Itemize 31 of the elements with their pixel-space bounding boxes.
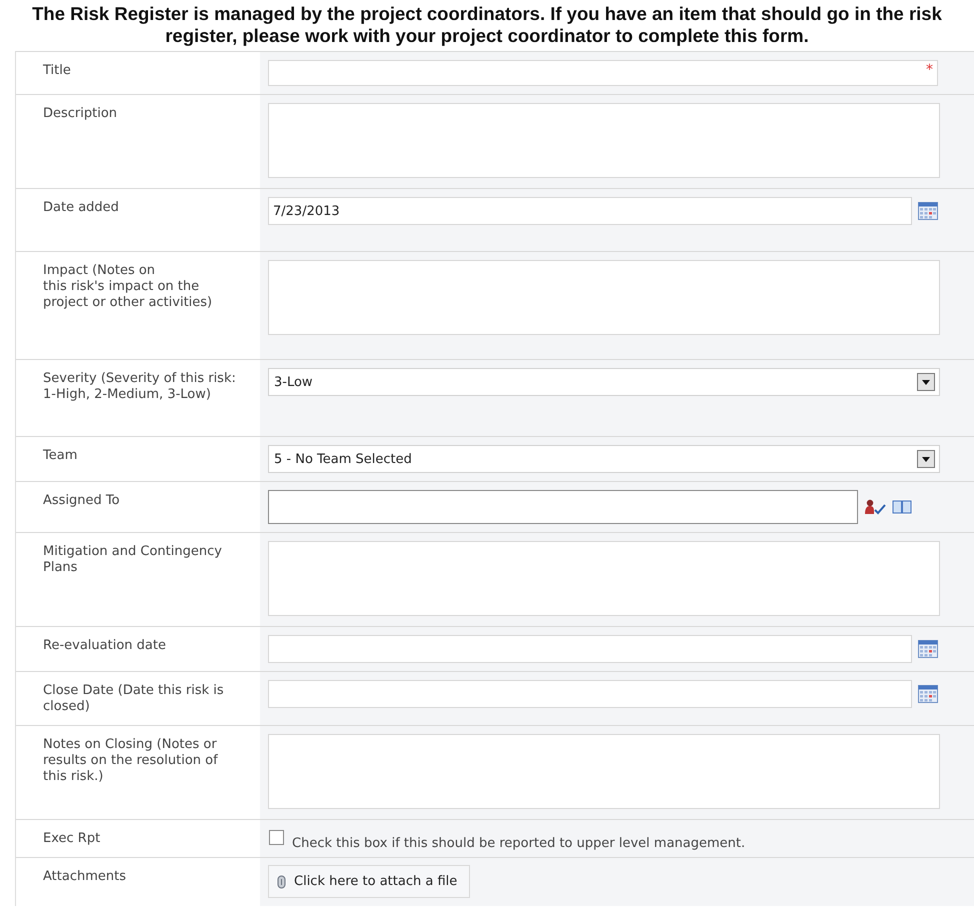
paperclip-icon bbox=[277, 874, 286, 888]
people-field[interactable] bbox=[268, 490, 858, 524]
check-names-icon[interactable] bbox=[864, 499, 886, 515]
attach-file-button[interactable]: Click here to attach a file bbox=[268, 865, 470, 898]
field-label: Title bbox=[43, 63, 72, 79]
field-label: Assigned To bbox=[43, 493, 121, 509]
field-label: Notes on Closing (Notes or results on the resolution of this risk.) bbox=[43, 737, 219, 785]
calendar-icon[interactable] bbox=[918, 640, 938, 658]
checkbox-label: Check this box if this should be reported to upper level management. bbox=[292, 836, 746, 851]
required-mark: * bbox=[926, 62, 933, 78]
checkbox[interactable] bbox=[269, 830, 284, 845]
dropdown[interactable]: 3-Low bbox=[268, 368, 940, 396]
intro-text: The Risk Register is managed by the project coordinators. If you have an item that should go in the risk register, please work with your project coordinator to complete this form. bbox=[31, 2, 943, 48]
calendar-icon[interactable] bbox=[918, 202, 938, 220]
field-label: Severity (Severity of this risk: 1-High, 2-Medium, 3-Low) bbox=[43, 371, 237, 403]
address-book-icon[interactable] bbox=[892, 499, 912, 515]
field-label: Mitigation and Contingency Plans bbox=[43, 544, 223, 576]
date-field[interactable] bbox=[268, 635, 912, 663]
field-label: Team bbox=[43, 448, 78, 464]
text-field[interactable] bbox=[268, 60, 938, 86]
field-label: Close Date (Date this risk is closed) bbox=[43, 683, 225, 715]
dropdown[interactable]: 5 - No Team Selected bbox=[268, 445, 940, 473]
field-label: Date added bbox=[43, 200, 120, 216]
field-label: Attachments bbox=[43, 869, 127, 885]
field-label: Impact (Notes on this risk's impact on the project or other activities) bbox=[43, 263, 214, 311]
field-label: Description bbox=[43, 106, 118, 122]
date-field[interactable]: 7/23/2013 bbox=[268, 197, 912, 225]
calendar-icon[interactable] bbox=[918, 685, 938, 703]
field-label: Exec Rpt bbox=[43, 831, 102, 847]
date-field[interactable] bbox=[268, 680, 912, 708]
field-label: Re-evaluation date bbox=[43, 638, 167, 654]
